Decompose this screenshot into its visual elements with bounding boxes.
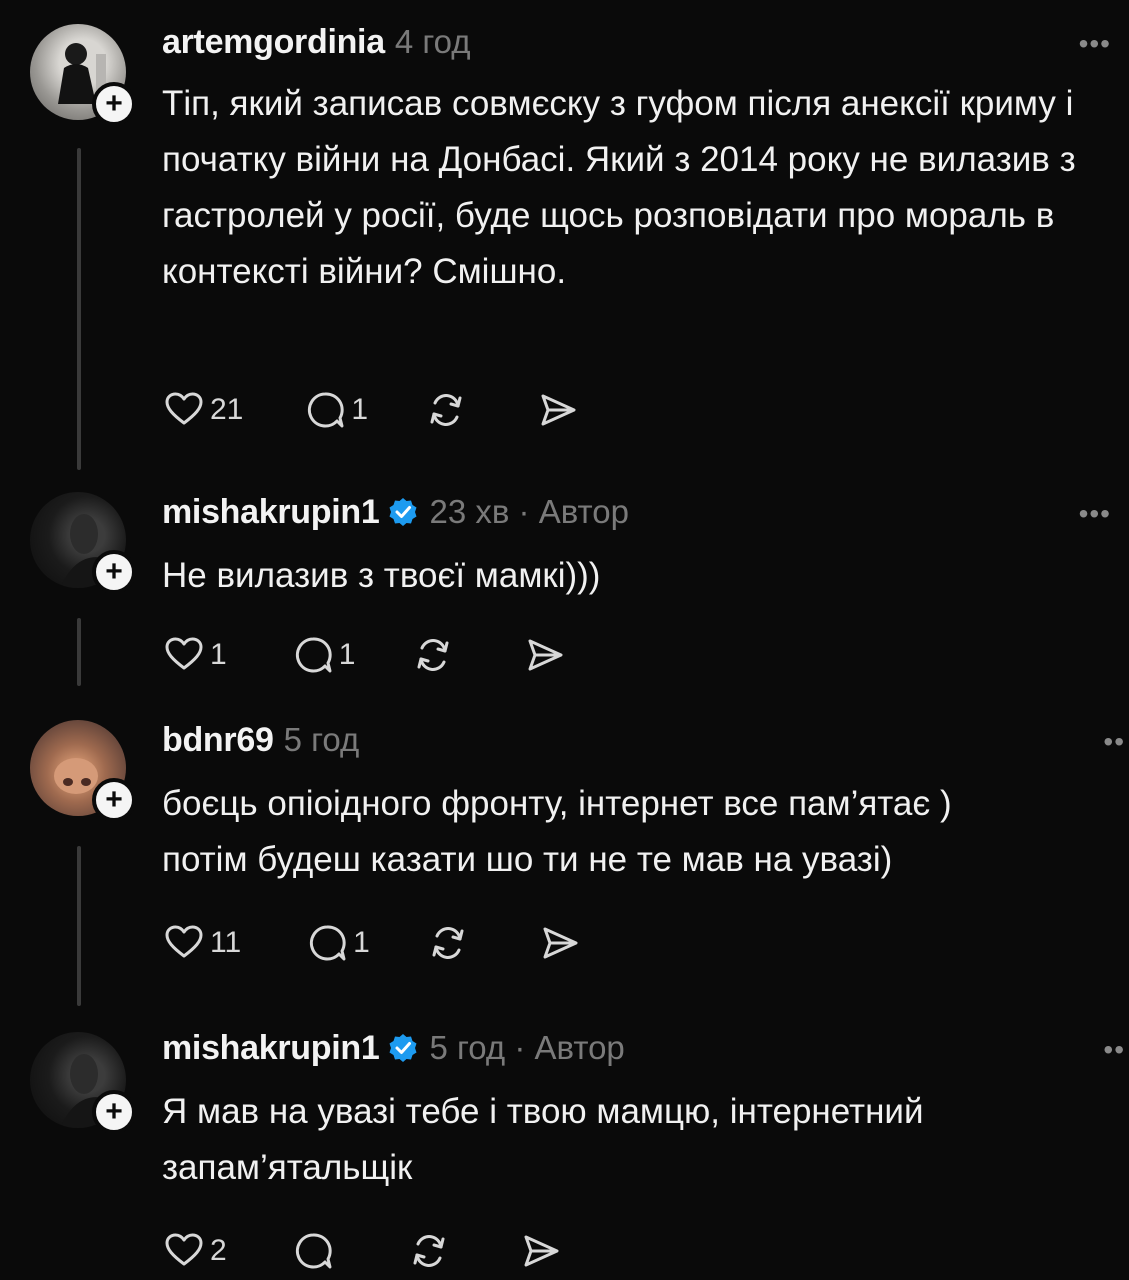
repost-icon [432,927,464,959]
reply-button[interactable] [291,1229,339,1273]
share-button[interactable] [538,921,582,965]
repost-icon [417,639,449,671]
username[interactable]: mishakrupin1 [162,493,380,532]
send-icon [543,927,578,959]
comment-icon [295,637,332,673]
reply-button[interactable]: 1 [303,388,368,432]
share-button[interactable] [536,388,580,432]
heart-icon [165,925,203,958]
post-actions: 11 1 [162,918,582,968]
post-text: боєць опіоідного фронту, інтернет все па… [162,784,952,879]
thread-line [77,618,81,686]
post-meta: 5 год [283,721,360,758]
post-actions: 21 1 [162,385,580,435]
more-options-icon[interactable]: •• [1103,726,1125,758]
reply-button[interactable]: 1 [305,921,370,965]
comment-icon [295,1233,332,1269]
more-options-icon[interactable]: •• [1103,1034,1125,1066]
send-icon [541,394,576,426]
repost-button[interactable] [411,633,455,677]
follow-plus-icon[interactable]: + [92,778,136,822]
more-options-icon[interactable]: ••• [1079,498,1111,530]
post-actions: 1 1 [162,630,567,680]
reply-count: 1 [353,926,370,959]
follow-plus-icon[interactable]: + [92,82,136,126]
heart-icon [165,637,203,670]
follow-plus-icon[interactable]: + [92,1090,136,1134]
verified-badge-icon [389,498,417,526]
repost-icon [430,394,462,426]
avatar[interactable]: + [30,24,136,126]
reply-post: + mishakrupin1 5 год · Автор •• Я мав на… [0,1010,1129,1280]
post-text: Тіп, який записав совмєску з гуфом після… [162,84,1086,291]
username[interactable]: mishakrupin1 [162,1029,380,1068]
like-button[interactable]: 21 [162,388,243,432]
follow-plus-icon[interactable]: + [92,550,136,594]
reply-post: + bdnr69 5 год •• боєць опіоідного фронт… [0,700,1129,1020]
post-header: bdnr69 5 год [162,718,359,762]
repost-button[interactable] [426,921,470,965]
thread-line [77,846,81,1006]
like-count: 2 [210,1234,227,1267]
share-button[interactable] [523,633,567,677]
reply-post: + mishakrupin1 23 хв · Автор ••• Не вила… [0,470,1129,700]
reply-post: + artemgordinia 4 год ••• Тіп, який запи… [0,0,1129,470]
like-count: 21 [210,393,244,426]
thread-line [77,148,81,470]
more-options-icon[interactable]: ••• [1079,28,1111,60]
reply-button[interactable]: 1 [291,633,356,677]
reply-count: 1 [351,393,369,426]
comment-icon [308,392,345,428]
repost-button[interactable] [407,1229,451,1273]
send-icon [524,1235,559,1267]
like-button[interactable]: 2 [162,1229,227,1273]
post-header: mishakrupin1 5 год · Автор [162,1026,625,1070]
heart-icon [165,1233,203,1266]
username[interactable]: artemgordinia [162,23,385,62]
reply-count: 1 [338,638,356,671]
heart-icon [165,392,203,425]
like-count: 11 [210,926,242,959]
comment-icon [310,925,346,961]
repost-icon [413,1235,445,1267]
post-header: artemgordinia 4 год [162,20,471,64]
post-text: Я мав на увазі тебе і твою мамцю, інтерн… [162,1092,934,1187]
post-actions: 2 [162,1226,563,1276]
post-meta: 23 хв · Автор [429,493,629,530]
avatar[interactable]: + [30,1032,136,1134]
post-meta: 4 год [394,23,471,60]
repost-button[interactable] [424,388,468,432]
like-button[interactable]: 11 [162,921,241,965]
avatar[interactable]: + [30,720,136,822]
post-text: Не вилазив з твоєї мамкі))) [162,556,601,595]
username[interactable]: bdnr69 [162,721,274,760]
avatar[interactable]: + [30,492,136,594]
verified-badge-icon [389,1034,417,1062]
like-button[interactable]: 1 [162,633,227,677]
post-header: mishakrupin1 23 хв · Автор [162,490,629,534]
post-meta: 5 год · Автор [429,1029,625,1066]
send-icon [528,639,563,671]
like-count: 1 [210,638,227,671]
share-button[interactable] [519,1229,563,1273]
